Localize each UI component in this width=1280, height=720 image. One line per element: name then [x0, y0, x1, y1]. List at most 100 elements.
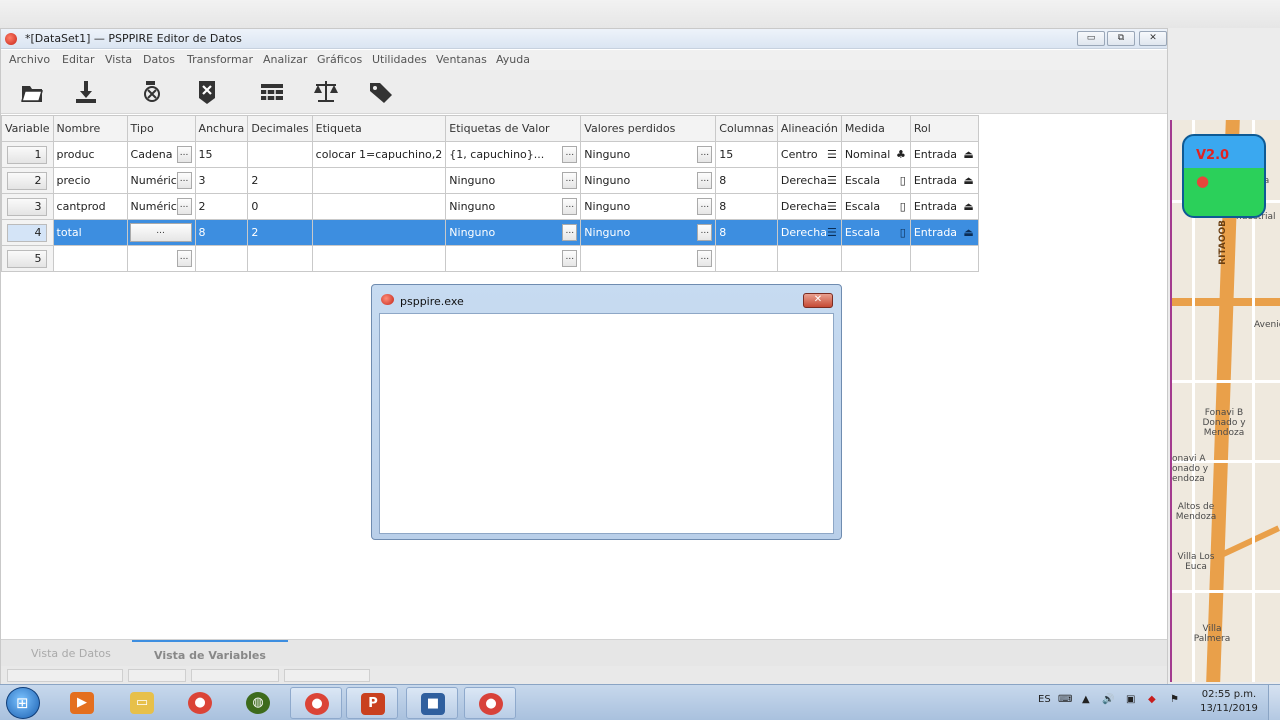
- start-button[interactable]: ⊞: [6, 687, 40, 719]
- menu-graficos[interactable]: Gráficos: [317, 53, 362, 66]
- cell-valores-perdidos[interactable]: Ninguno...: [580, 167, 717, 194]
- cell-valores-perdidos[interactable]: Ninguno...: [580, 219, 717, 246]
- cell-etiquetas-valor[interactable]: Ninguno...: [445, 167, 582, 194]
- cell-etiqueta[interactable]: [311, 167, 447, 194]
- cell-tipo[interactable]: Cadena...: [126, 141, 196, 168]
- cell-medida[interactable]: [840, 245, 911, 272]
- taskbar-globe-app[interactable]: ◍: [232, 687, 284, 719]
- cell-valores-perdidos[interactable]: ...: [580, 245, 717, 272]
- col-header-nombre[interactable]: Nombre: [52, 115, 128, 142]
- cell-nombre[interactable]: precio: [52, 167, 128, 194]
- tab-vista-de-datos[interactable]: Vista de Datos: [9, 640, 133, 667]
- cell-medida[interactable]: Escala ▯: [840, 219, 911, 246]
- cell-columnas[interactable]: 8: [715, 219, 778, 246]
- col-header-tipo[interactable]: Tipo: [126, 115, 196, 142]
- cell-nombre[interactable]: [52, 245, 128, 272]
- cell-etiquetas-valor[interactable]: Ninguno...: [445, 219, 582, 246]
- network-icon[interactable]: ▣: [1126, 694, 1135, 705]
- taskbar-recorder[interactable]: ■: [406, 687, 458, 719]
- tipo-dialog-button[interactable]: ...: [176, 146, 192, 163]
- show-desktop-button[interactable]: [1268, 685, 1280, 720]
- table-row[interactable]: 3 cantprod Numérico... 2 0 Ninguno... Ni…: [1, 193, 979, 220]
- show-hidden-icons-icon[interactable]: ▲: [1082, 694, 1090, 705]
- col-header-anchura[interactable]: Anchura: [194, 115, 249, 142]
- cell-etiqueta[interactable]: [311, 245, 447, 272]
- taskbar-file-explorer[interactable]: ▭: [116, 687, 168, 719]
- missing-values-dialog-button[interactable]: ...: [697, 198, 713, 215]
- cell-alineacion[interactable]: Derecha ☰: [776, 167, 842, 194]
- missing-values-dialog-button[interactable]: ...: [697, 172, 713, 189]
- cell-etiqueta[interactable]: colocar 1=capuchino,2: [311, 141, 447, 168]
- missing-values-dialog-button[interactable]: ...: [697, 224, 713, 241]
- minimize-button[interactable]: ▭: [1077, 31, 1105, 46]
- cell-etiquetas-valor[interactable]: {1, capuchino}......: [445, 141, 582, 168]
- taskbar-chrome-open[interactable]: ●: [290, 687, 342, 719]
- col-header-etiquetas-valor[interactable]: Etiquetas de Valor: [445, 115, 582, 142]
- cell-rol[interactable]: [909, 245, 979, 272]
- col-header-medida[interactable]: Medida: [840, 115, 911, 142]
- taskbar-powerpoint[interactable]: P: [346, 687, 398, 719]
- save-icon[interactable]: [72, 78, 100, 106]
- goto-variable-icon[interactable]: [138, 78, 166, 106]
- cell-tipo[interactable]: Numérico...: [126, 193, 196, 220]
- cell-anchura[interactable]: [194, 245, 249, 272]
- col-header-alineacion[interactable]: Alineación: [776, 115, 842, 142]
- weight-cases-icon[interactable]: [312, 78, 340, 106]
- cell-tipo[interactable]: ...: [126, 245, 196, 272]
- cell-rol[interactable]: Entrada ⏏: [909, 167, 979, 194]
- tipo-dialog-button[interactable]: ...: [176, 198, 192, 215]
- menu-utilidades[interactable]: Utilidades: [372, 53, 427, 66]
- cell-valores-perdidos[interactable]: Ninguno...: [580, 193, 717, 220]
- row-number[interactable]: 1: [1, 141, 54, 168]
- cell-columnas[interactable]: [715, 245, 778, 272]
- value-labels-dialog-button[interactable]: ...: [562, 146, 578, 163]
- cell-medida[interactable]: Nominal ♣: [840, 141, 911, 168]
- missing-values-dialog-button[interactable]: ...: [697, 146, 713, 163]
- cell-anchura[interactable]: 8: [194, 219, 249, 246]
- col-header-columnas[interactable]: Columnas: [715, 115, 778, 142]
- volume-icon[interactable]: 🔊: [1102, 694, 1114, 705]
- system-clock[interactable]: 02:55 p.m. 13/11/2019: [1196, 688, 1262, 716]
- title-bar[interactable]: *[DataSet1] — PSPPIRE Editor de Datos ▭ …: [1, 29, 1167, 49]
- value-labels-dialog-button[interactable]: ...: [562, 172, 578, 189]
- table-row[interactable]: 2 precio Numérico... 3 2 Ninguno... Ning…: [1, 167, 979, 194]
- cell-decimales[interactable]: 2: [247, 167, 313, 194]
- antivirus-icon[interactable]: ◆: [1148, 694, 1156, 705]
- tipo-dialog-button[interactable]: ...: [176, 172, 192, 189]
- cell-alineacion[interactable]: Centro ☰: [776, 141, 842, 168]
- row-number[interactable]: 4: [1, 219, 54, 246]
- table-row[interactable]: 1 produc Cadena... 15 colocar 1=capuchin…: [1, 141, 979, 168]
- row-number[interactable]: 5: [1, 245, 54, 272]
- cell-tipo[interactable]: ...: [126, 219, 196, 246]
- missing-values-dialog-button[interactable]: ...: [697, 250, 713, 267]
- open-file-icon[interactable]: [18, 78, 46, 106]
- cell-tipo[interactable]: Numérico...: [126, 167, 196, 194]
- menu-analizar[interactable]: Analizar: [263, 53, 307, 66]
- tipo-dialog-button[interactable]: ...: [129, 223, 192, 242]
- menu-vista[interactable]: Vista: [105, 53, 132, 66]
- cell-nombre[interactable]: total: [52, 219, 128, 246]
- cell-decimales[interactable]: [247, 141, 313, 168]
- close-button[interactable]: ✕: [1139, 31, 1167, 46]
- value-labels-dialog-button[interactable]: ...: [562, 250, 578, 267]
- col-header-decimales[interactable]: Decimales: [247, 115, 313, 142]
- cell-decimales[interactable]: 2: [247, 219, 313, 246]
- tipo-dialog-button[interactable]: ...: [176, 250, 192, 267]
- cell-medida[interactable]: Escala ▯: [840, 167, 911, 194]
- taskbar-media-player[interactable]: ▶: [56, 687, 108, 719]
- cell-alineacion[interactable]: [776, 245, 842, 272]
- cell-etiquetas-valor[interactable]: Ninguno...: [445, 193, 582, 220]
- menu-editar[interactable]: Editar: [62, 53, 95, 66]
- cell-anchura[interactable]: 15: [194, 141, 249, 168]
- cell-columnas[interactable]: 8: [715, 193, 778, 220]
- menu-ventanas[interactable]: Ventanas: [436, 53, 487, 66]
- restore-button[interactable]: ⧉: [1107, 31, 1135, 46]
- menu-datos[interactable]: Datos: [143, 53, 175, 66]
- table-row[interactable]: 5 ... ... ...: [1, 245, 979, 272]
- menu-archivo[interactable]: Archivo: [9, 53, 50, 66]
- cell-columnas[interactable]: 8: [715, 167, 778, 194]
- cell-anchura[interactable]: 3: [194, 167, 249, 194]
- cell-valores-perdidos[interactable]: Ninguno...: [580, 141, 717, 168]
- language-indicator[interactable]: ES: [1038, 694, 1051, 705]
- cell-columnas[interactable]: 15: [715, 141, 778, 168]
